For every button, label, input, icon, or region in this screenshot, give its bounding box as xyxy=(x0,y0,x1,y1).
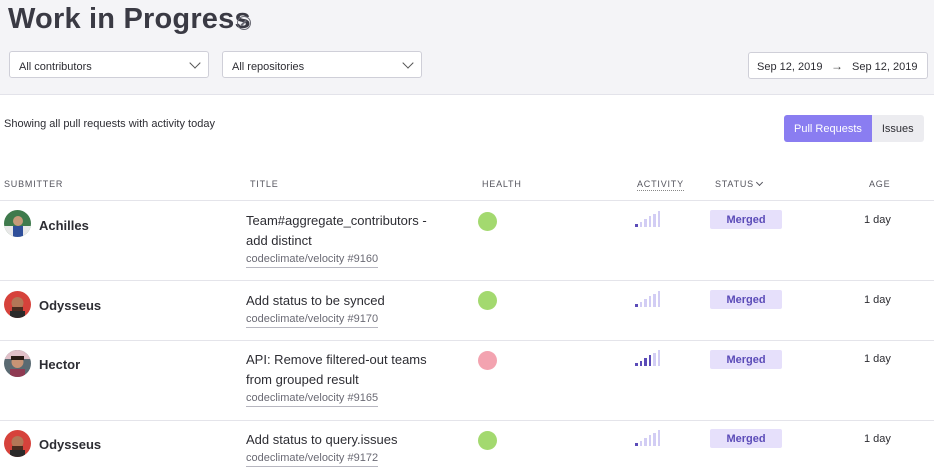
activity-bar xyxy=(639,441,642,446)
activity-bar xyxy=(635,304,638,307)
activity-bar xyxy=(639,302,642,307)
table-row[interactable]: Achilles Team#aggregate_contributors - a… xyxy=(0,200,934,280)
date-from[interactable]: Sep 12, 2019 xyxy=(757,61,822,73)
date-range-picker[interactable]: Sep 12, 2019 → Sep 12, 2019 xyxy=(748,52,928,79)
activity-bar xyxy=(639,222,642,227)
submitter-name: Hector xyxy=(39,357,81,372)
pr-repo-link[interactable]: codeclimate/velocity #9170 xyxy=(246,313,379,328)
activity-bar xyxy=(653,353,656,366)
age-text: 1 day xyxy=(864,353,891,365)
type-toggle: Pull Requests Issues xyxy=(784,115,924,142)
compass-icon[interactable] xyxy=(237,16,251,30)
pr-title[interactable]: Team#aggregate_contributors - add distin… xyxy=(246,211,446,251)
column-header-status-label: STATUS xyxy=(715,179,754,189)
pr-title[interactable]: API: Remove filtered-out teams from grou… xyxy=(246,350,446,390)
activity-bar xyxy=(657,350,660,366)
submitter-name: Odysseus xyxy=(39,298,102,313)
health-indicator xyxy=(478,351,497,370)
column-header-activity[interactable]: ACTIVITY xyxy=(637,179,684,191)
activity-bar xyxy=(635,224,638,227)
avatar xyxy=(4,291,31,318)
activity-bars-icon xyxy=(635,350,661,366)
activity-bar xyxy=(644,358,647,366)
status-badge: Merged xyxy=(710,429,782,448)
column-header-age: AGE xyxy=(869,179,891,189)
age-text: 1 day xyxy=(864,214,891,226)
table-row[interactable]: Hector API: Remove filtered-out teams fr… xyxy=(0,340,934,420)
avatar xyxy=(4,210,31,237)
chevron-down-icon xyxy=(189,57,201,69)
column-header-title: TITLE xyxy=(250,179,279,189)
status-badge: Merged xyxy=(710,210,782,229)
table-row[interactable]: Odysseus Add status to be synced codecli… xyxy=(0,280,934,340)
submitter-name: Achilles xyxy=(39,218,89,233)
activity-bar xyxy=(657,430,660,446)
pr-title[interactable]: Add status to query.issues xyxy=(246,430,446,450)
age-text: 1 day xyxy=(864,294,891,306)
health-indicator xyxy=(478,291,497,310)
status-badge: Merged xyxy=(710,350,782,369)
contributors-select-value: All contributors xyxy=(19,61,92,73)
issues-tab[interactable]: Issues xyxy=(871,115,924,142)
activity-bar xyxy=(644,438,647,446)
pr-title[interactable]: Add status to be synced xyxy=(246,291,446,311)
activity-bar xyxy=(644,219,647,227)
pull-requests-tab[interactable]: Pull Requests xyxy=(784,115,872,142)
activity-bar xyxy=(639,361,642,366)
avatar xyxy=(4,430,31,457)
column-header-submitter: SUBMITTER xyxy=(4,179,64,189)
activity-bar xyxy=(648,435,651,446)
summary-text: Showing all pull requests with activity … xyxy=(4,118,215,130)
column-header-status[interactable]: STATUS xyxy=(715,178,764,189)
activity-bar xyxy=(657,211,660,227)
date-to[interactable]: Sep 12, 2019 xyxy=(852,61,917,73)
activity-bar xyxy=(653,214,656,227)
sort-caret-icon xyxy=(755,178,764,187)
column-header-health: HEALTH xyxy=(482,179,522,189)
activity-bar xyxy=(644,299,647,307)
pr-repo-link[interactable]: codeclimate/velocity #9172 xyxy=(246,452,379,467)
activity-bar xyxy=(648,216,651,227)
health-indicator xyxy=(478,431,497,450)
pr-repo-link[interactable]: codeclimate/velocity #9160 xyxy=(246,253,379,268)
header-bar: Work in Progress All contributors All re… xyxy=(0,0,934,95)
contributors-select[interactable]: All contributors xyxy=(9,51,209,78)
activity-bars-icon xyxy=(635,291,661,307)
activity-bar xyxy=(648,355,651,366)
activity-bar xyxy=(635,363,638,366)
status-badge: Merged xyxy=(710,290,782,309)
chevron-down-icon xyxy=(402,57,414,69)
arrow-right-icon: → xyxy=(831,59,843,73)
age-text: 1 day xyxy=(864,433,891,445)
avatar xyxy=(4,350,31,377)
repositories-select-value: All repositories xyxy=(232,61,305,73)
activity-bars-icon xyxy=(635,211,661,227)
table-row[interactable]: Odysseus Add status to query.issues code… xyxy=(0,420,934,469)
repositories-select[interactable]: All repositories xyxy=(222,51,422,78)
activity-bar xyxy=(653,294,656,307)
activity-bar xyxy=(648,296,651,307)
activity-bar xyxy=(635,443,638,446)
activity-bar xyxy=(657,291,660,307)
page-title: Work in Progress xyxy=(8,3,251,35)
pr-repo-link[interactable]: codeclimate/velocity #9165 xyxy=(246,392,379,407)
activity-bar xyxy=(653,433,656,446)
submitter-name: Odysseus xyxy=(39,437,102,452)
health-indicator xyxy=(478,212,497,231)
activity-bars-icon xyxy=(635,430,661,446)
